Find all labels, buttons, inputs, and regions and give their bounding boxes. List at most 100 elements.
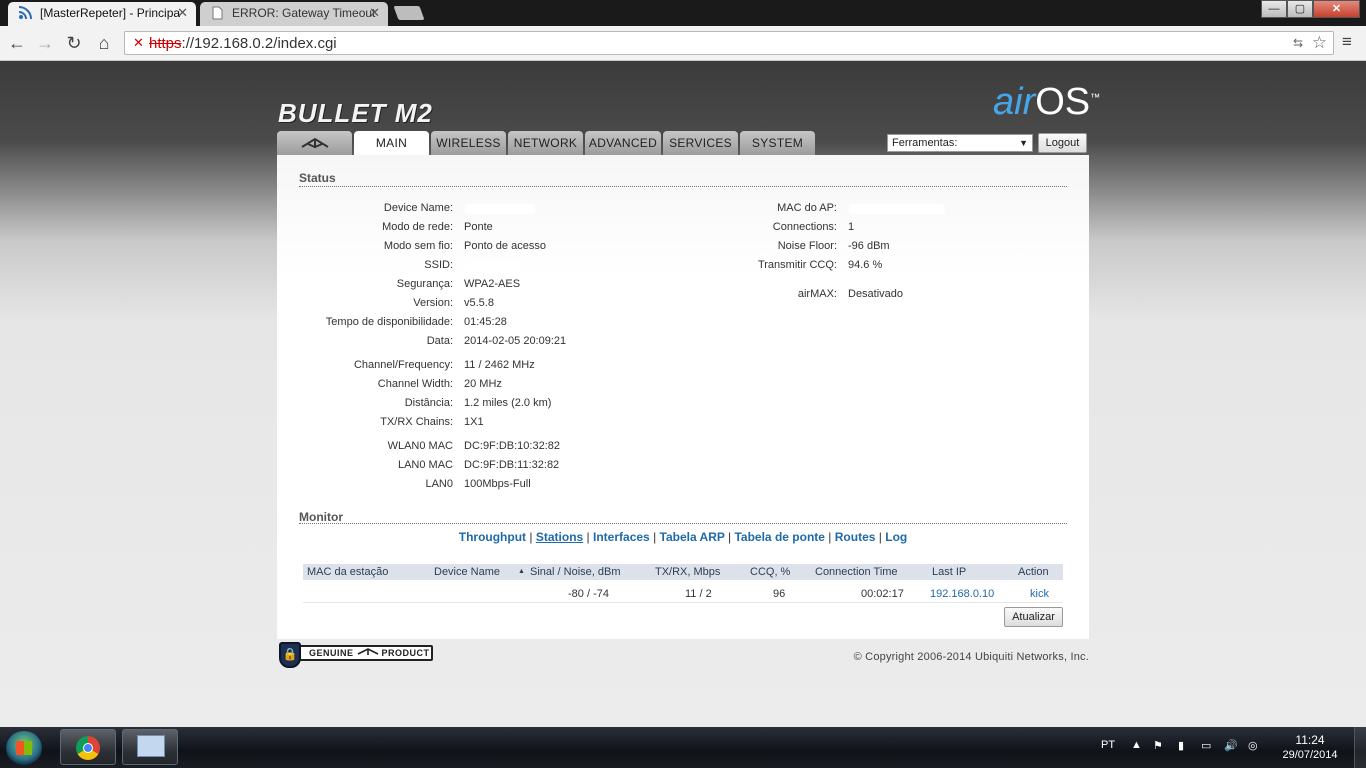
windows-flag-icon (16, 741, 32, 755)
connections-value: 1 (848, 221, 855, 233)
translate-icon[interactable]: ⇆ (1293, 36, 1303, 50)
start-button[interactable] (6, 731, 42, 765)
product-logo: BULLET M2 (278, 98, 433, 128)
clock-date[interactable]: 29/07/2014 (1274, 749, 1346, 761)
col-ccq[interactable]: CCQ, % (750, 566, 790, 578)
logout-button[interactable]: Logout (1038, 133, 1087, 153)
link-bridge-table[interactable]: Tabela de ponte (734, 530, 824, 544)
url-text: https://192.168.0.2/index.cgi (149, 35, 337, 52)
lan0-label: LAN0 (425, 478, 453, 490)
ap-mac-label: MAC do AP: (777, 202, 837, 214)
back-arrow-icon[interactable]: ← (6, 32, 28, 54)
tab-network[interactable]: NETWORK (508, 131, 583, 155)
sync-icon[interactable]: ◎ (1248, 739, 1258, 752)
channel-width-value: 20 MHz (464, 378, 502, 390)
link-stations[interactable]: Stations (536, 530, 583, 544)
bookmark-star-icon[interactable]: ☆ (1312, 33, 1327, 53)
ubiquiti-logo-icon (300, 137, 329, 149)
col-last-ip[interactable]: Last IP (932, 566, 966, 578)
security-label: Segurança: (396, 278, 453, 290)
taskbar-remote-desktop[interactable] (122, 729, 178, 765)
status-divider (299, 186, 1067, 187)
show-desktop-button[interactable] (1354, 727, 1366, 768)
uptime-label: Tempo de disponibilidade: (325, 316, 453, 328)
tab-title: ERROR: Gateway Timeout (232, 6, 376, 20)
tab-main[interactable]: MAIN (354, 131, 429, 157)
wireless-mode-label: Modo sem fio: (383, 240, 453, 252)
distance-value: 1.2 miles (2.0 km) (464, 397, 552, 409)
tab-close-icon[interactable]: ✕ (177, 2, 188, 24)
lan0-mac-label: LAN0 MAC (397, 459, 453, 471)
airos-logo: airOS™ (993, 81, 1101, 123)
minimize-button[interactable]: — (1261, 0, 1287, 18)
tab-masterrepeter[interactable]: [MasterRepeter] - Principa ✕ (8, 2, 196, 26)
tools-dropdown[interactable]: Ferramentas: ▼ (887, 134, 1033, 152)
channel-frequency-value: 11 / 2462 MHz (464, 359, 535, 371)
network-icon[interactable]: ▭ (1201, 739, 1211, 752)
ccq-row-value: 96 (773, 588, 786, 600)
close-window-button[interactable]: ✕ (1313, 0, 1360, 18)
show-hidden-icons-icon[interactable]: ▲ (1131, 739, 1142, 751)
lan0-value: 100Mbps-Full (464, 478, 531, 490)
ssid-label: SSID: (424, 259, 453, 271)
battery-icon[interactable]: ▮ (1178, 739, 1184, 752)
forward-arrow-icon[interactable]: → (34, 32, 56, 54)
last-ip-link[interactable]: 192.168.0.10 (930, 588, 994, 600)
chains-label: TX/RX Chains: (380, 416, 453, 428)
copyright-text: © Copyright 2006-2014 Ubiquiti Networks,… (853, 651, 1089, 663)
remote-desktop-icon (137, 735, 165, 757)
tab-advanced[interactable]: ADVANCED (585, 131, 661, 155)
link-log[interactable]: Log (885, 530, 907, 544)
version-label: Version: (413, 297, 453, 309)
ccq-value: 94.6 % (848, 259, 883, 271)
security-value: WPA2-AES (464, 278, 521, 290)
clock-time[interactable]: 11:24 (1280, 733, 1340, 747)
redacted-ssid (465, 261, 521, 271)
link-interfaces[interactable]: Interfaces (593, 530, 650, 544)
link-routes[interactable]: Routes (835, 530, 876, 544)
version-value: v5.5.8 (464, 297, 494, 309)
tab-close-icon[interactable]: ✕ (369, 2, 380, 24)
date-value: 2014-02-05 20:09:21 (464, 335, 567, 347)
language-indicator[interactable]: PT (1101, 739, 1115, 751)
col-action[interactable]: Action (1018, 566, 1049, 578)
kick-link[interactable]: kick (1030, 588, 1049, 600)
tab-ubnt-logo[interactable] (277, 131, 352, 155)
link-throughput[interactable]: Throughput (459, 530, 526, 544)
redacted-station-mac (307, 592, 367, 600)
col-txrx[interactable]: TX/RX, Mbps (655, 566, 720, 578)
tab-gateway-timeout[interactable]: ERROR: Gateway Timeout ✕ (200, 2, 388, 26)
uptime-value: 01:45:28 (464, 316, 507, 328)
sort-asc-icon: ▲ (518, 568, 525, 575)
refresh-button[interactable]: Atualizar (1004, 607, 1063, 627)
broken-lock-icon[interactable]: ✕ (133, 35, 144, 51)
document-icon (212, 6, 223, 20)
home-icon[interactable]: ⌂ (93, 32, 115, 54)
wlan0-mac-value: DC:9F:DB:10:32:82 (464, 440, 560, 452)
volume-icon[interactable]: 🔊 (1224, 739, 1238, 752)
col-signal-noise[interactable]: Sinal / Noise, dBm (530, 566, 620, 578)
tab-services[interactable]: SERVICES (663, 131, 738, 155)
connections-label: Connections: (772, 221, 837, 233)
date-label: Data: (426, 335, 453, 347)
browser-titlebar: [MasterRepeter] - Principa ✕ ERROR: Gate… (0, 0, 1366, 26)
new-tab-button[interactable] (393, 6, 425, 20)
tab-wireless[interactable]: WIRELESS (431, 131, 506, 155)
noise-floor-label: Noise Floor: (777, 240, 837, 252)
col-device-name[interactable]: Device Name (434, 566, 500, 578)
maximize-button[interactable]: ▢ (1287, 0, 1313, 18)
chrome-menu-icon[interactable]: ≡ (1342, 33, 1358, 50)
col-mac[interactable]: MAC da estação (307, 566, 388, 578)
reload-icon[interactable]: ↻ (63, 32, 85, 54)
airmax-label: airMAX: (797, 288, 837, 300)
taskbar-chrome[interactable] (60, 729, 116, 765)
tab-system[interactable]: SYSTEM (740, 131, 815, 155)
status-title: Status (299, 171, 336, 185)
action-center-icon[interactable]: ⚑ (1153, 739, 1163, 752)
address-bar[interactable]: ✕ https://192.168.0.2/index.cgi ⇆ ☆ (124, 31, 1334, 55)
link-arp-table[interactable]: Tabela ARP (660, 530, 725, 544)
col-connection-time[interactable]: Connection Time (815, 566, 898, 578)
airmax-value: Desativado (848, 288, 904, 300)
monitor-links: Throughput | Stations | Interfaces | Tab… (458, 530, 908, 544)
ubiquiti-logo-icon (357, 648, 378, 655)
